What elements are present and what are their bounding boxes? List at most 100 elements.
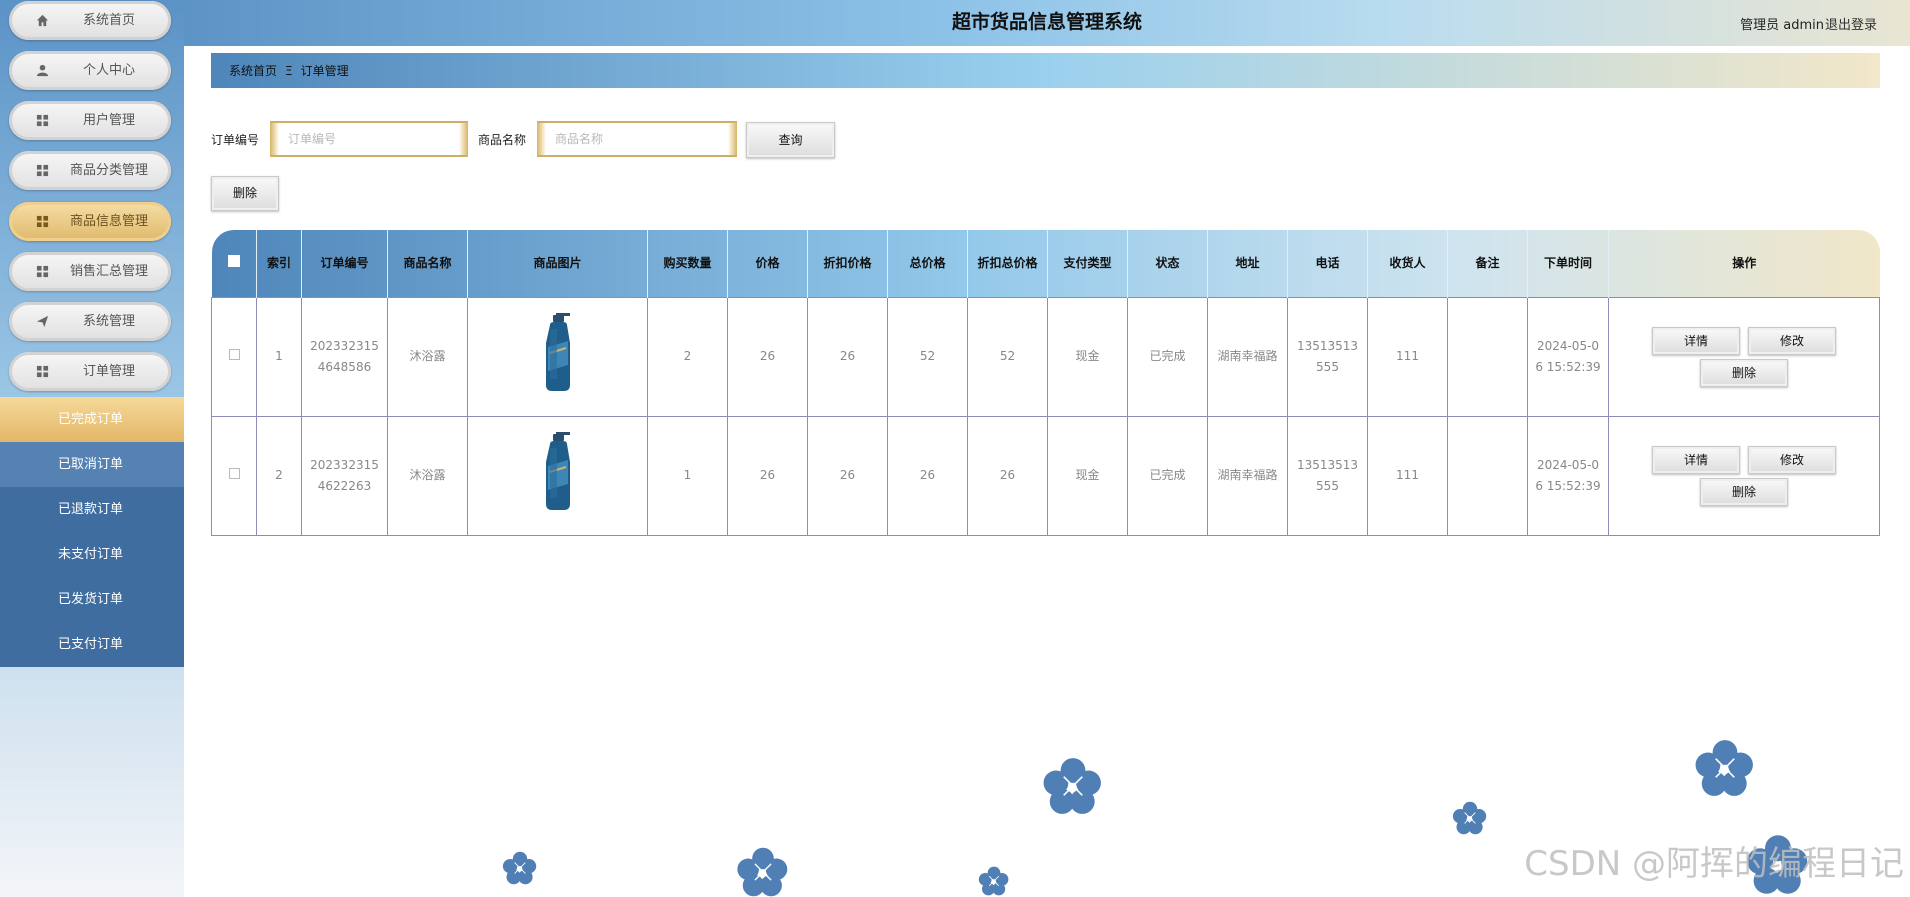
app-title: 超市货品信息管理系统 xyxy=(951,11,1142,33)
pay-type-cell: 现金 xyxy=(1047,296,1128,417)
shampoo-bottle-image xyxy=(545,432,570,510)
sidebar-item-users[interactable]: 用户管理 xyxy=(9,101,171,140)
select-all-checkbox[interactable] xyxy=(227,255,240,268)
quantity-cell: 1 xyxy=(647,415,728,536)
submenu-cancelled-orders[interactable]: 已取消订单 xyxy=(0,442,184,487)
status-cell: 已完成 xyxy=(1127,296,1208,417)
flower-decoration-icon xyxy=(1695,740,1753,796)
delete-button[interactable]: 删除 xyxy=(1700,358,1788,387)
row-select-cell xyxy=(211,296,257,417)
column-header: 折扣价格 xyxy=(807,230,888,297)
discount-price-cell: 26 xyxy=(807,415,888,536)
column-header: 折扣总价格 xyxy=(967,230,1048,297)
breadcrumb: 系统首页 Ξ 订单管理 xyxy=(211,53,1880,88)
top-header: 超市货品信息管理系统 管理员 admin 退出登录 xyxy=(184,0,1910,48)
delete-button[interactable]: 删除 xyxy=(1700,477,1788,506)
row-select-cell xyxy=(211,415,257,536)
row-checkbox[interactable] xyxy=(228,468,240,479)
sidebar-item-label: 用户管理 xyxy=(82,113,135,128)
column-header: 商品图片 xyxy=(467,230,648,297)
total-price-cell: 26 xyxy=(887,415,968,536)
csdn-watermark: CSDN @阿挥的编程日记 xyxy=(1524,844,1904,884)
column-header: 价格 xyxy=(727,230,808,297)
sidebar-item-system[interactable]: 系统管理 xyxy=(9,302,171,341)
home-icon xyxy=(36,14,49,27)
column-header: 地址 xyxy=(1207,230,1288,297)
discount-price-cell: 26 xyxy=(807,296,888,417)
batch-delete-button[interactable]: 删除 xyxy=(211,176,279,211)
flower-decoration-icon xyxy=(737,847,788,897)
column-header: 商品名称 xyxy=(387,230,468,297)
sidebar-item-orders[interactable]: 订单管理 xyxy=(9,352,171,391)
breadcrumb-current: 订单管理 xyxy=(300,64,349,78)
submenu-paid-orders[interactable]: 已支付订单 xyxy=(0,622,184,667)
edit-button[interactable]: 修改 xyxy=(1748,326,1836,355)
discount-total-cell: 26 xyxy=(967,415,1048,536)
sidebar-item-label: 销售汇总管理 xyxy=(69,264,148,279)
breadcrumb-home[interactable]: 系统首页 xyxy=(229,62,277,79)
column-header: 备注 xyxy=(1447,230,1528,297)
status-cell: 已完成 xyxy=(1127,415,1208,536)
sidebar-item-category[interactable]: 商品分类管理 xyxy=(9,151,171,190)
sidebar-item-label: 商品分类管理 xyxy=(69,163,148,178)
receiver-cell: 111 xyxy=(1367,296,1448,417)
shampoo-bottle-image xyxy=(545,313,570,391)
sidebar-item-label: 订单管理 xyxy=(82,364,135,379)
grid-icon xyxy=(36,164,49,177)
flower-decoration-icon xyxy=(978,866,1009,896)
total-price-cell: 52 xyxy=(887,296,968,417)
table-row: 1 2023323154648586 沐浴露 2 26 26 52 52 现金 … xyxy=(211,296,1880,417)
row-checkbox[interactable] xyxy=(228,349,240,360)
sidebar-item-label: 个人中心 xyxy=(82,63,135,78)
detail-button[interactable]: 详情 xyxy=(1652,445,1740,474)
submenu-completed-orders[interactable]: 已完成订单 xyxy=(0,397,184,442)
quantity-cell: 2 xyxy=(647,296,728,417)
product-name-cell: 沐浴露 xyxy=(387,296,468,417)
product-image-cell xyxy=(467,415,648,536)
sidebar-item-label: 商品信息管理 xyxy=(69,214,148,229)
address-cell: 湖南幸福路 xyxy=(1207,415,1288,536)
sidebar-item-home[interactable]: 系统首页 xyxy=(9,1,171,40)
current-user: 管理员 admin xyxy=(1740,18,1824,33)
sidebar-item-profile[interactable]: 个人中心 xyxy=(9,51,171,90)
note-cell xyxy=(1447,296,1528,417)
column-header: 操作 xyxy=(1732,256,1757,271)
table-row: 2 2023323154622263 沐浴露 1 26 26 26 26 现金 … xyxy=(211,415,1880,536)
select-all-cell xyxy=(211,230,257,297)
note-cell xyxy=(1447,415,1528,536)
grid-icon xyxy=(36,365,49,378)
order-number-label: 订单编号 xyxy=(211,133,260,147)
submenu-refunded-orders[interactable]: 已退款订单 xyxy=(0,487,184,532)
flower-decoration-icon xyxy=(502,851,537,885)
product-name-cell: 沐浴露 xyxy=(387,415,468,536)
product-name-label: 商品名称 xyxy=(478,133,527,147)
grid-icon xyxy=(36,114,49,127)
column-header: 总价格 xyxy=(887,230,968,297)
table-header-row: 索引 订单编号 商品名称 商品图片 购买数量 价格 折扣价格 总价格 折扣总价格… xyxy=(211,230,1880,297)
column-header: 索引 xyxy=(256,230,302,297)
breadcrumb-separator: Ξ xyxy=(285,63,293,78)
sidebar: 系统首页 个人中心 用户管理 商品分类管理 商品信息管理 销售汇总管理 系统管理… xyxy=(0,0,184,897)
detail-button[interactable]: 详情 xyxy=(1652,326,1740,355)
flower-decoration-icon xyxy=(1043,758,1101,814)
product-name-input[interactable] xyxy=(537,121,737,157)
query-button[interactable]: 查询 xyxy=(746,122,835,158)
product-image-cell xyxy=(467,296,648,417)
column-header: 收货人 xyxy=(1367,230,1448,297)
address-cell: 湖南幸福路 xyxy=(1207,296,1288,417)
column-header: 状态 xyxy=(1127,230,1208,297)
send-icon xyxy=(36,315,49,328)
sidebar-item-products[interactable]: 商品信息管理 xyxy=(9,202,171,241)
submenu-shipped-orders[interactable]: 已发货订单 xyxy=(0,577,184,622)
edit-button[interactable]: 修改 xyxy=(1748,445,1836,474)
submenu-unpaid-orders[interactable]: 未支付订单 xyxy=(0,532,184,577)
sidebar-item-sales[interactable]: 销售汇总管理 xyxy=(9,252,171,291)
flower-decoration-icon xyxy=(1452,801,1487,835)
column-header: 订单编号 xyxy=(301,230,388,297)
order-number-input[interactable] xyxy=(270,121,468,157)
actions-cell: 详情 修改 删除 xyxy=(1608,415,1880,536)
sidebar-item-label: 系统首页 xyxy=(82,13,135,28)
logout-link[interactable]: 退出登录 xyxy=(1825,14,1877,33)
price-cell: 26 xyxy=(727,415,808,536)
orders-table: 索引 订单编号 商品名称 商品图片 购买数量 价格 折扣价格 总价格 折扣总价格… xyxy=(211,230,1880,536)
